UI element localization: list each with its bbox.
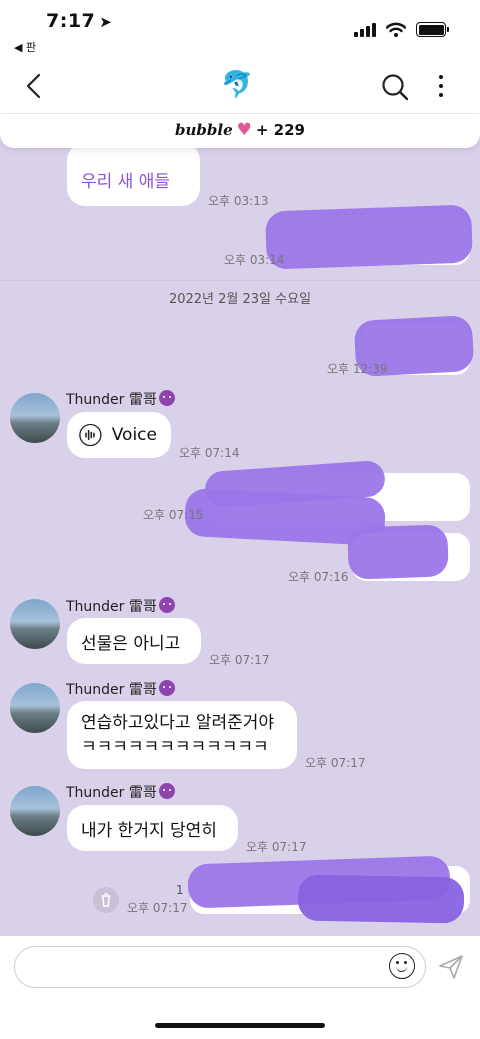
message-time: 오후 07:17 [246,840,307,854]
message-text: 우리 새 애들 [81,172,171,192]
voice-waveform-icon [79,423,102,447]
bubble-logo: bubble [175,121,233,139]
composer [0,936,480,1039]
divider [0,280,480,281]
message-bubble[interactable]: 연습하고있다고 알려준거야 ㅋㅋㅋㅋㅋㅋㅋㅋㅋㅋㅋㅋ [67,701,297,769]
message-text-line: 연습하고있다고 알려준거야 [81,713,275,733]
sender-name: Thunder 雷哥 [66,782,175,802]
back-chevron-icon[interactable] [22,72,46,100]
avatar[interactable] [10,599,60,649]
home-indicator [155,1023,325,1028]
emoji-icon[interactable] [389,953,415,979]
message-time: 오후 03:14 [224,253,285,267]
message-time: 오후 07:14 [179,446,240,460]
wifi-icon [386,22,406,37]
sender-name: Thunder 雷哥 [66,679,175,699]
devil-emoji-icon [158,783,175,799]
message-time: 오후 07:16 [288,570,349,584]
search-icon[interactable] [380,72,410,106]
date-divider: 2022년 2월 23일 수요일 [168,292,312,307]
avatar[interactable] [10,683,60,733]
unread-count: 1 [176,883,184,897]
bubble-count: + 229 [255,121,305,139]
devil-emoji-icon [158,680,175,696]
redaction-scribble [297,874,465,924]
chat-header: 🐬 [0,58,480,114]
message-text-line: ㅋㅋㅋㅋㅋㅋㅋㅋㅋㅋㅋㅋ [81,737,269,757]
cellular-signal-icon [354,23,376,37]
voice-label: Voice [111,425,157,445]
voice-message-bubble[interactable]: Voice [67,412,171,458]
redaction-scribble [265,204,473,270]
avatar[interactable] [10,786,60,836]
sender-name: Thunder 雷哥 [66,389,175,409]
message-bubble[interactable]: 우리 새 애들 [67,148,200,206]
sender-name: Thunder 雷哥 [66,596,175,616]
status-time: 7:17 ➤ [46,10,112,32]
dolphin-icon: 🐬 [221,70,254,100]
status-icons [354,22,449,37]
message-text: 선물은 아니고 [81,633,181,654]
message-text: 내가 한거지 당연히 [81,820,217,841]
more-vertical-icon[interactable] [431,72,451,100]
battery-icon [416,22,449,37]
message-time: 오후 03:13 [208,194,269,208]
status-time-text: 7:17 [46,10,96,32]
trash-icon[interactable] [93,887,119,913]
bubble-count-banner[interactable]: bubble ♥ + 229 [0,114,480,148]
message-input[interactable] [14,946,426,988]
message-time: 오후 07:15 [143,508,204,522]
back-to-app-link[interactable]: ◀ 판 [14,39,36,55]
message-bubble[interactable]: 내가 한거지 당연히 [67,805,238,851]
message-time: 오후 07:17 [305,756,366,770]
message-time: 오후 07:17 [127,901,188,915]
chat-area[interactable]: 우리 새 애들 오후 03:13 오후 03:14 2022년 2월 23일 수… [0,148,480,936]
devil-emoji-icon [158,597,175,613]
message-bubble[interactable]: 선물은 아니고 [67,618,201,664]
heart-icon: ♥ [236,120,252,140]
redaction-scribble [347,524,449,580]
message-time: 오후 12:39 [327,362,388,376]
message-time: 오후 07:17 [209,653,270,667]
status-bar: 7:17 ➤ ◀ 판 [0,0,480,58]
devil-emoji-icon [158,390,175,406]
send-icon[interactable] [437,953,465,985]
avatar[interactable] [10,393,60,443]
location-arrow-icon: ➤ [99,13,113,31]
